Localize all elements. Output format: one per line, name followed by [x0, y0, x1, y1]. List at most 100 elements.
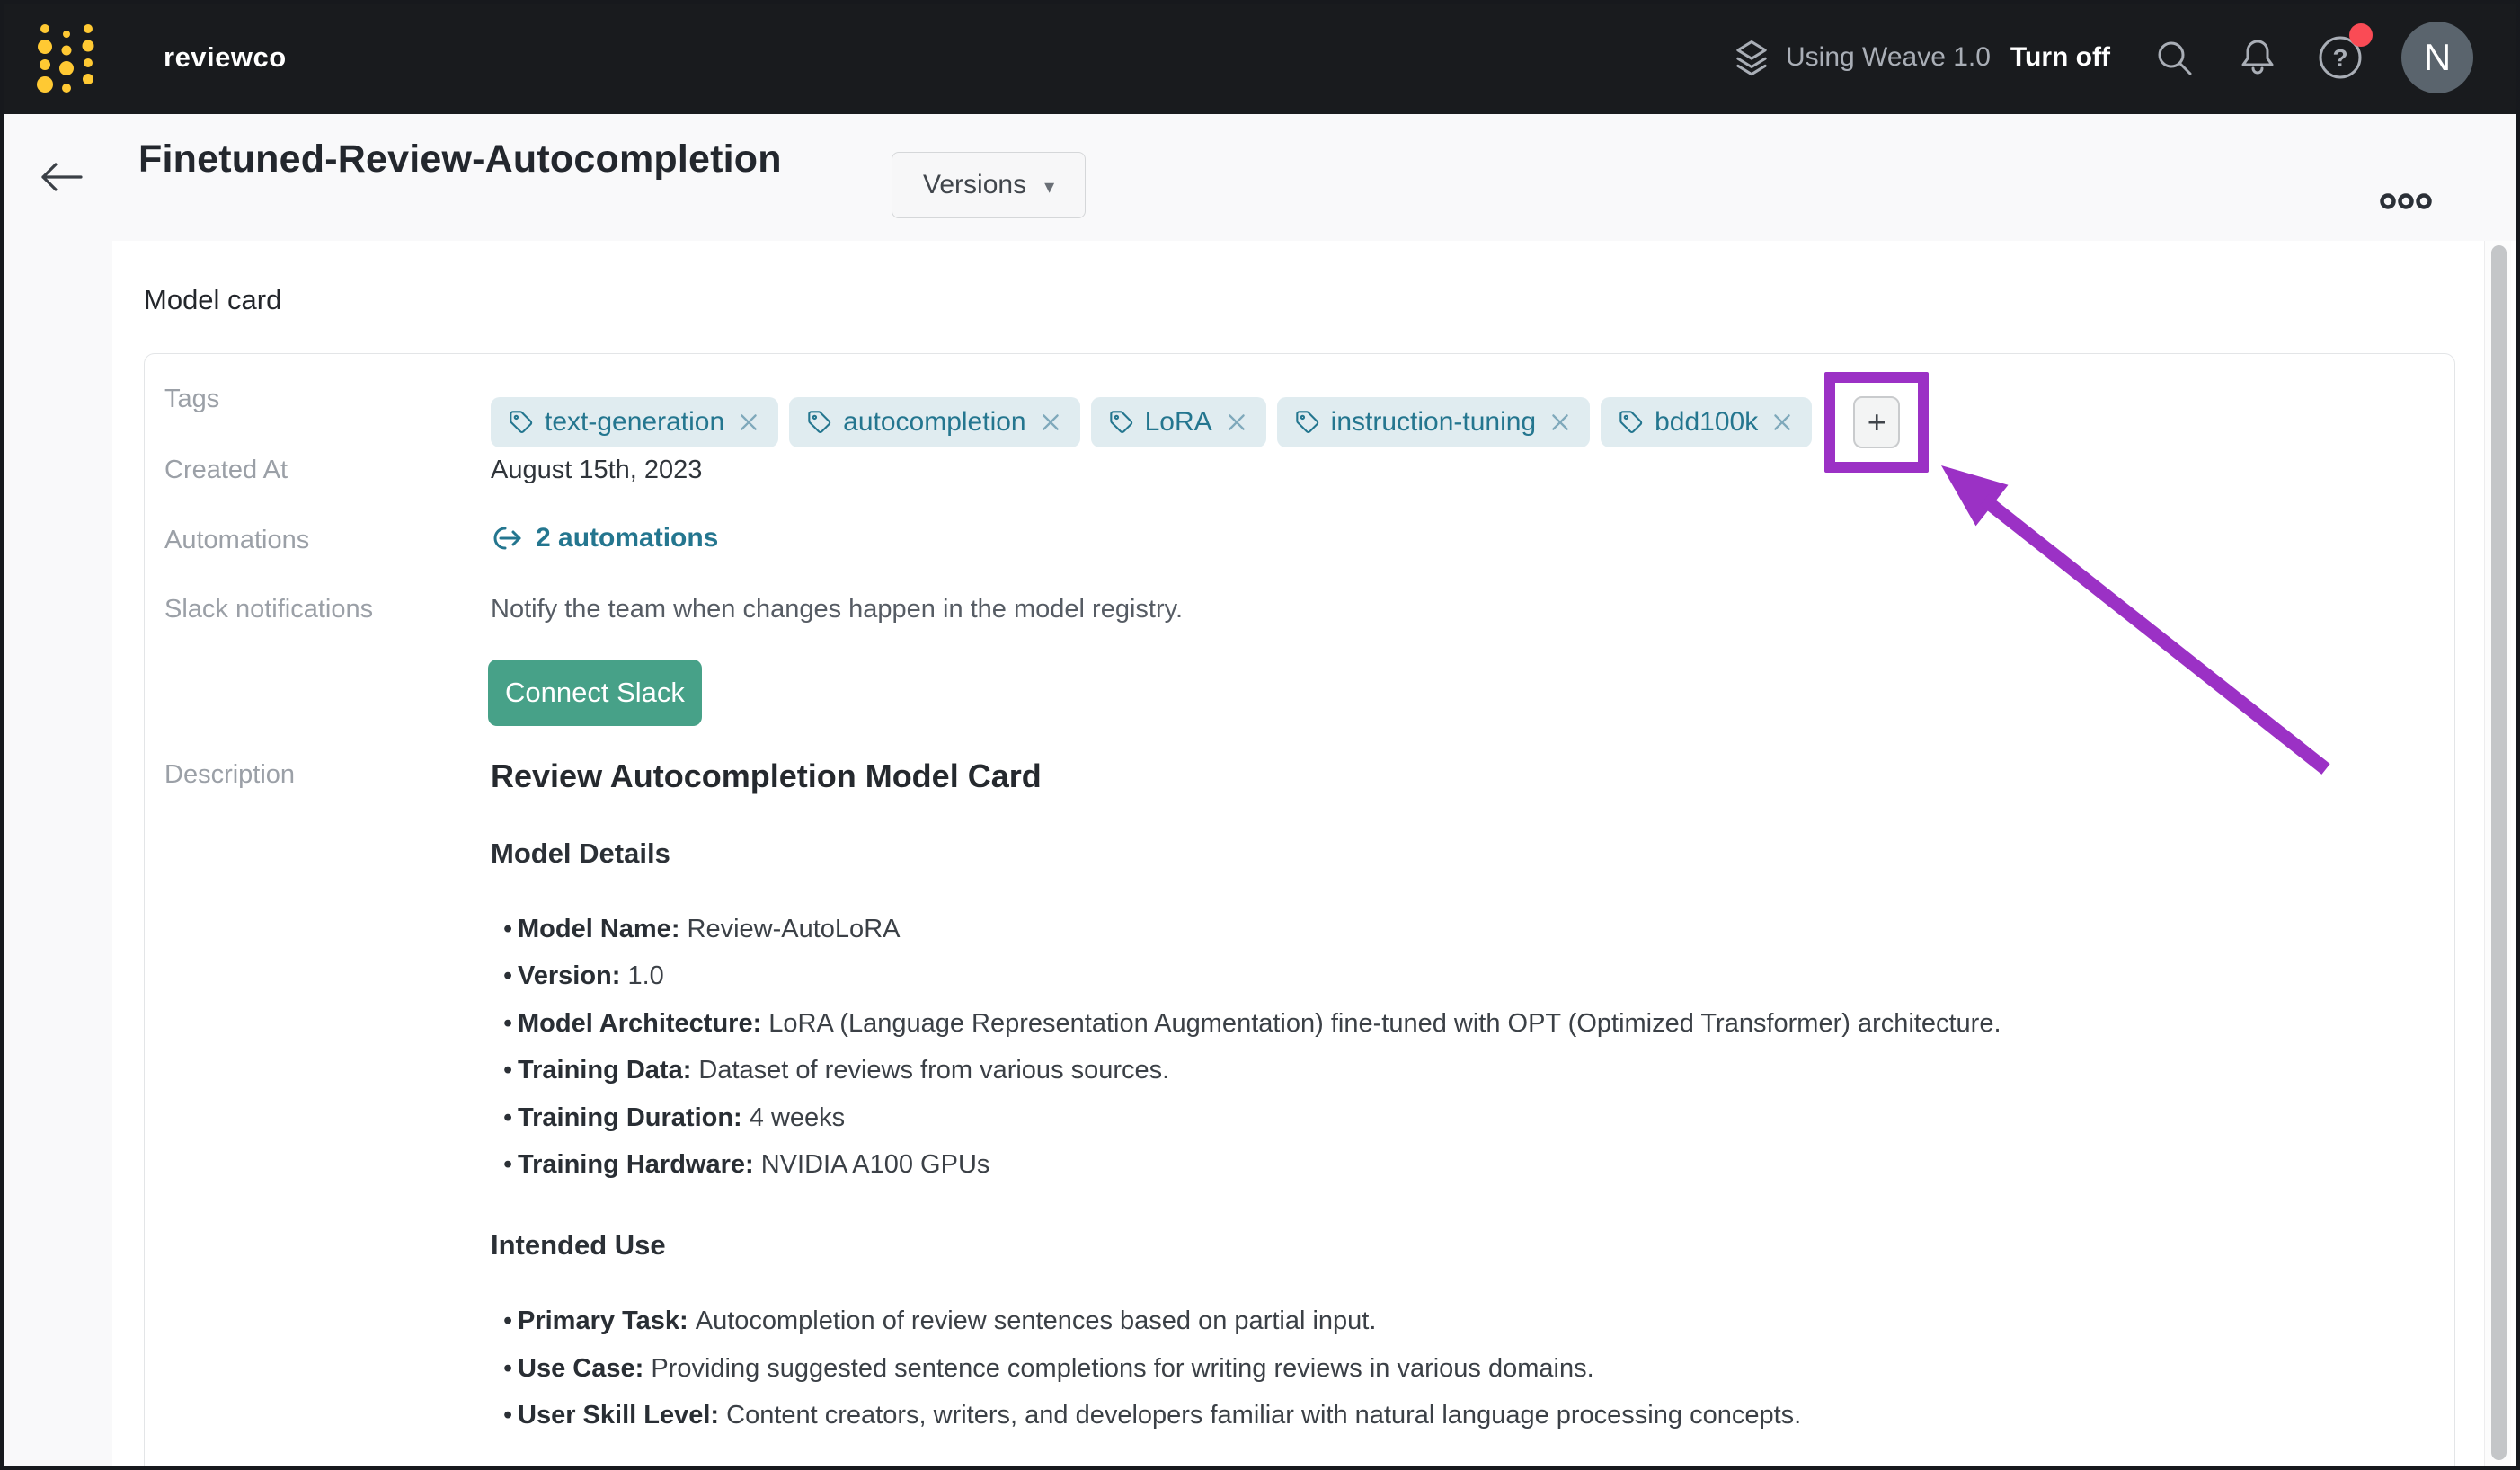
- bullet-icon: •: [491, 1000, 518, 1047]
- section-title: Model card: [144, 284, 281, 316]
- help-icon[interactable]: ?: [2317, 34, 2364, 81]
- description-term: Version:: [518, 961, 628, 990]
- bullet-icon: •: [491, 1141, 518, 1188]
- main-content: Model card Tags text-generation autocompl…: [112, 241, 2520, 1470]
- created-at-value: August 15th, 2023: [491, 456, 702, 485]
- bullet-icon: •: [491, 1094, 518, 1141]
- tag-pill: instruction-tuning: [1277, 397, 1590, 447]
- connect-slack-button[interactable]: Connect Slack: [488, 660, 702, 726]
- workspace-name: reviewco: [164, 0, 287, 114]
- automations-label: Automations: [164, 526, 309, 555]
- annotation-highlight-box: +: [1824, 372, 1929, 473]
- bullet-icon: •: [491, 1297, 518, 1344]
- description-text: 1.0: [628, 961, 664, 990]
- tag-text: bdd100k: [1655, 407, 1758, 438]
- tag-icon: [1295, 410, 1320, 435]
- bullet-icon: •: [491, 1392, 518, 1439]
- description-term: Use Case:: [518, 1354, 651, 1383]
- description-bullet-item: •Training Data: Dataset of reviews from …: [491, 1047, 2396, 1094]
- versions-dropdown-button[interactable]: Versions ▾: [892, 152, 1086, 218]
- description-bullet-item: •Version: 1.0: [491, 952, 2396, 999]
- tag-pill: LoRA: [1091, 397, 1266, 447]
- description-section-heading: Intended Use: [491, 1227, 2396, 1263]
- tags-label: Tags: [164, 385, 219, 414]
- remove-tag-icon[interactable]: [1225, 411, 1248, 434]
- slack-description: Notify the team when changes happen in t…: [491, 595, 1183, 624]
- description-bullet-item: •Primary Task: Autocompletion of review …: [491, 1297, 2396, 1344]
- automations-link[interactable]: 2 automations: [491, 523, 718, 553]
- remove-tag-icon[interactable]: [1548, 411, 1572, 434]
- description-text: Autocompletion of review sentences based…: [696, 1306, 1377, 1335]
- bullet-icon: •: [491, 1047, 518, 1094]
- description-term: Training Hardware:: [518, 1150, 761, 1179]
- remove-tag-icon[interactable]: [1770, 411, 1794, 434]
- chevron-down-icon: ▾: [1044, 175, 1054, 199]
- add-tag-button[interactable]: +: [1853, 396, 1900, 448]
- description-bullet-list: •Primary Task: Autocompletion of review …: [491, 1297, 2396, 1439]
- description-text: Providing suggested sentence completions…: [651, 1354, 1593, 1383]
- description-term: User Skill Level:: [518, 1401, 726, 1430]
- description-content: Review Autocompletion Model Card Model D…: [491, 757, 2396, 1439]
- description-title: Review Autocompletion Model Card: [491, 757, 2396, 796]
- tags-row: text-generation autocompletion LoRA instruc…: [491, 372, 1929, 473]
- description-text: Content creators, writers, and developer…: [726, 1401, 1801, 1430]
- page-title: Finetuned-Review-Autocompletion: [138, 137, 782, 182]
- page-header: Finetuned-Review-Autocompletion Versions…: [0, 114, 2520, 241]
- tag-pill: bdd100k: [1601, 397, 1812, 447]
- notifications-bell-icon[interactable]: [2238, 36, 2277, 79]
- top-navbar: reviewco Using Weave 1.0 Turn off: [0, 0, 2520, 114]
- description-text: Dataset of reviews from various sources.: [698, 1056, 1169, 1085]
- bullet-icon: •: [491, 952, 518, 999]
- tag-text: LoRA: [1145, 407, 1212, 438]
- tag-text: instruction-tuning: [1331, 407, 1536, 438]
- tag-icon: [1619, 410, 1644, 435]
- wandb-dots-logo-icon[interactable]: [34, 20, 97, 95]
- annotation-arrow: [1930, 456, 2344, 789]
- description-text: 4 weeks: [750, 1103, 845, 1132]
- created-at-label: Created At: [164, 456, 288, 485]
- weave-status-label: Using Weave 1.0: [1786, 42, 1991, 73]
- description-term: Training Data:: [518, 1056, 698, 1085]
- remove-tag-icon[interactable]: [737, 411, 760, 434]
- description-text: NVIDIA A100 GPUs: [761, 1150, 990, 1179]
- search-icon[interactable]: [2153, 37, 2195, 78]
- description-bullet-item: •Use Case: Providing suggested sentence …: [491, 1345, 2396, 1392]
- notification-badge: [2349, 23, 2373, 47]
- versions-label: Versions: [923, 170, 1026, 200]
- tag-pill: autocompletion: [789, 397, 1079, 447]
- layers-icon: [1734, 39, 1770, 76]
- app-window: reviewco Using Weave 1.0 Turn off: [0, 0, 2520, 1470]
- description-term: Model Name:: [518, 915, 688, 943]
- description-label: Description: [164, 760, 295, 790]
- description-section-heading: Model Details: [491, 836, 2396, 872]
- bullet-icon: •: [491, 906, 518, 952]
- back-arrow-button[interactable]: [38, 161, 84, 193]
- tag-icon: [509, 410, 534, 435]
- turn-off-weave-button[interactable]: Turn off: [2010, 42, 2110, 73]
- tag-icon: [807, 410, 832, 435]
- navbar-actions: Using Weave 1.0 Turn off ? N: [1734, 0, 2473, 114]
- description-term: Training Duration:: [518, 1103, 750, 1132]
- left-gutter: [0, 241, 112, 1470]
- svg-text:?: ?: [2332, 44, 2347, 72]
- bullet-icon: •: [491, 1345, 518, 1392]
- automation-icon: [491, 525, 523, 552]
- user-avatar[interactable]: N: [2401, 22, 2473, 93]
- slack-notifications-label: Slack notifications: [164, 595, 373, 624]
- remove-tag-icon[interactable]: [1039, 411, 1062, 434]
- overflow-menu-button[interactable]: [2378, 191, 2434, 211]
- automations-count: 2 automations: [536, 523, 718, 553]
- description-bullet-item: •User Skill Level: Content creators, wri…: [491, 1392, 2396, 1439]
- tag-icon: [1109, 410, 1134, 435]
- tag-text: autocompletion: [843, 407, 1025, 438]
- scrollbar-thumb[interactable]: [2491, 245, 2507, 1460]
- tag-pill: text-generation: [491, 397, 778, 447]
- tag-text: text-generation: [545, 407, 724, 438]
- description-bullet-item: •Training Hardware: NVIDIA A100 GPUs: [491, 1141, 2396, 1188]
- scrollbar-track: [2484, 241, 2511, 1466]
- description-text: Review-AutoLoRA: [688, 915, 901, 943]
- description-bullet-item: •Model Architecture: LoRA (Language Repr…: [491, 1000, 2396, 1047]
- description-term: Model Architecture:: [518, 1009, 768, 1038]
- model-card-panel: Tags text-generation autocompletion LoRA in…: [144, 353, 2455, 1470]
- description-bullet-list: •Model Name: Review-AutoLoRA•Version: 1.…: [491, 906, 2396, 1188]
